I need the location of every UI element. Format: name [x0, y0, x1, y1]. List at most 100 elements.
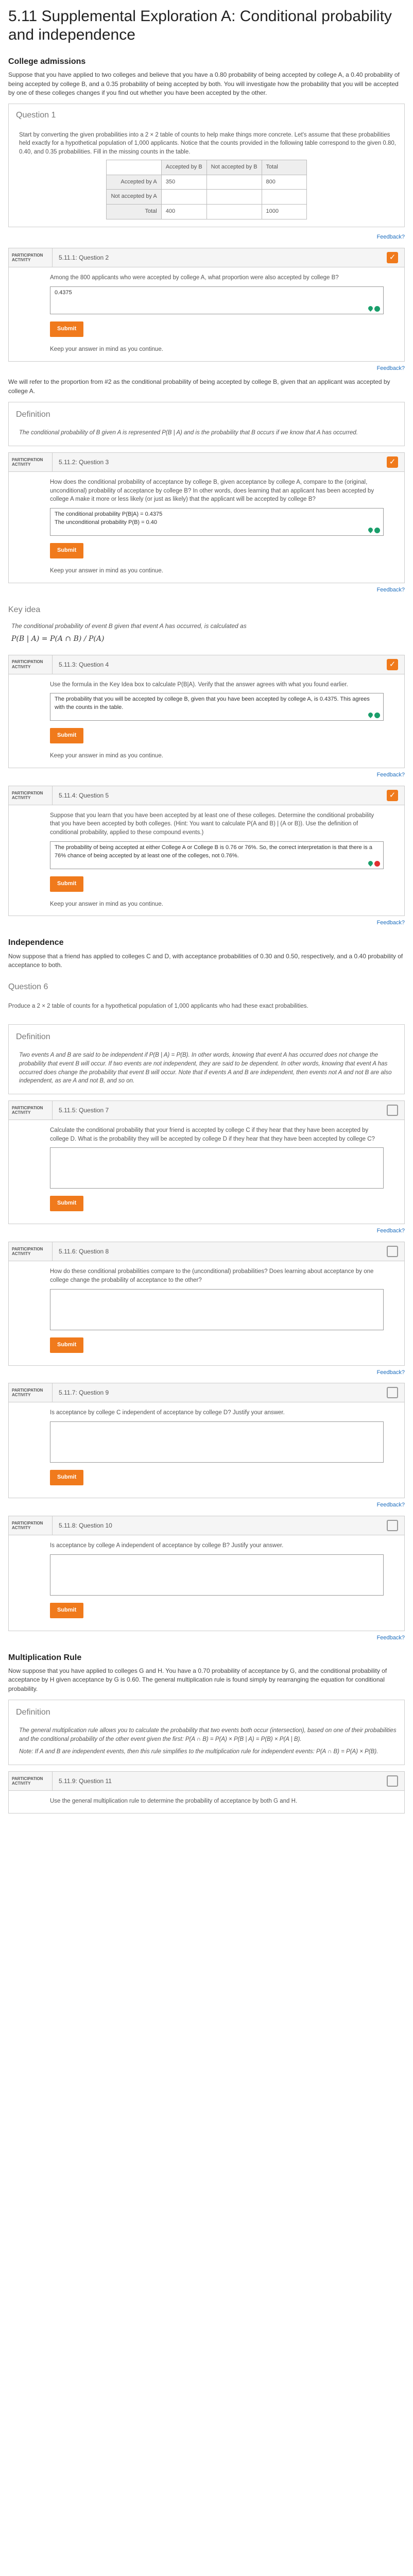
question-text: Is acceptance by college A independent o… [50, 1543, 284, 1549]
counts-table: Accepted by B Not accepted by B Total Ac… [106, 159, 307, 220]
answer-text: The probability that you will be accepte… [55, 696, 370, 711]
feedback-link[interactable]: Feedback? [8, 1634, 405, 1642]
feedback-link[interactable]: Feedback? [8, 1369, 405, 1377]
answer-textarea[interactable]: The conditional probability P(B|A) = 0.4… [50, 508, 384, 536]
completion-checkbox [387, 1105, 398, 1116]
table-header: Total [261, 159, 307, 175]
feedback-link[interactable]: Feedback? [8, 771, 405, 779]
table-cell-input[interactable] [206, 174, 262, 190]
answer-textarea[interactable] [50, 1147, 384, 1189]
definition-text: The conditional probability of B given A… [19, 430, 358, 436]
completion-checkbox [387, 1775, 398, 1787]
activity-tag: PARTICIPATION ACTIVITY [12, 1105, 43, 1115]
keep-note: Keep your answer in mind as you continue… [50, 753, 163, 759]
page: 5.11 Supplemental Exploration A: Conditi… [0, 0, 413, 1814]
activity-title: 5.11.8: Question 10 [52, 1516, 387, 1535]
section-intro: Now suppose that a friend has applied to… [8, 952, 403, 969]
feedback-link[interactable]: Feedback? [8, 919, 405, 927]
answer-textarea[interactable] [50, 1421, 384, 1463]
activity-title: 5.11.6: Question 8 [52, 1242, 387, 1261]
question-text: Use the general multiplication rule to d… [50, 1798, 298, 1805]
table-cell-input[interactable] [261, 189, 307, 205]
question-text: Is acceptance by college C independent o… [50, 1410, 285, 1416]
question-1-box: Question 1 Start by converting the given… [8, 104, 405, 228]
question-text: How does the conditional probability of … [50, 479, 374, 503]
definition-text: Two events A and B are said to be indepe… [19, 1052, 392, 1084]
question-text: Use the formula in the Key Idea box to c… [50, 681, 348, 688]
key-idea-heading: Key idea [8, 605, 41, 614]
participation-activity: PARTICIPATION ACTIVITY 5.11.9: Question … [8, 1771, 405, 1814]
definition-heading: Definition [16, 410, 50, 419]
feedback-link[interactable]: Feedback? [8, 233, 405, 242]
table-header: Not accepted by B [206, 159, 262, 175]
question-title: Question 6 [8, 982, 48, 992]
submit-button[interactable]: Submit [50, 1470, 84, 1486]
table-cell-input[interactable] [206, 189, 262, 205]
activity-tag: PARTICIPATION ACTIVITY [12, 1247, 43, 1257]
section-heading: College admissions [8, 57, 86, 66]
table-cell-input[interactable] [161, 189, 207, 205]
submit-button[interactable]: Submit [50, 1196, 84, 1212]
question-text: Among the 800 applicants who were accept… [50, 275, 339, 281]
feedback-link[interactable]: Feedback? [8, 586, 405, 595]
key-idea-text: The conditional probability of event B g… [11, 622, 247, 630]
submit-button[interactable]: Submit [50, 876, 84, 892]
participation-activity: PARTICIPATION ACTIVITY 5.11.2: Question … [8, 452, 405, 583]
definition-text: The general multiplication rule allows y… [19, 1727, 397, 1742]
answer-textarea[interactable] [50, 1289, 384, 1330]
completion-checkbox [387, 1387, 398, 1399]
answer-text: The probability of being accepted at eit… [55, 844, 372, 859]
feedback-link[interactable]: Feedback? [8, 1501, 405, 1510]
completion-checkbox [387, 1520, 398, 1532]
section-heading: Independence [8, 938, 64, 947]
location-icon [367, 859, 374, 867]
participation-activity: PARTICIPATION ACTIVITY 5.11.8: Question … [8, 1516, 405, 1631]
completion-check-icon: ✓ [387, 658, 398, 670]
answer-textarea[interactable] [50, 1554, 384, 1596]
table-cell: 1000 [261, 204, 307, 220]
activity-tag: PARTICIPATION ACTIVITY [12, 659, 43, 669]
activity-tag: PARTICIPATION ACTIVITY [12, 253, 43, 263]
submit-button[interactable]: Submit [50, 1337, 84, 1353]
page-title: 5.11 Supplemental Exploration A: Conditi… [8, 8, 392, 43]
paragraph: We will refer to the proportion from #2 … [8, 378, 390, 395]
completion-check-icon: ✓ [387, 456, 398, 468]
answer-textarea[interactable]: The probability of being accepted at eit… [50, 841, 384, 869]
submit-button[interactable]: Submit [50, 1602, 84, 1618]
table-cell-input[interactable] [206, 204, 262, 220]
definition-heading: Definition [16, 1707, 50, 1717]
grammar-check-icon[interactable] [374, 306, 380, 312]
question-text: Suppose that you learn that you have bee… [50, 812, 374, 836]
activity-title: 5.11.2: Question 3 [52, 453, 387, 472]
feedback-link[interactable]: Feedback? [8, 365, 405, 373]
location-icon [367, 711, 374, 719]
definition-note: Note: If A and B are independent events,… [19, 1749, 378, 1755]
question-text: Start by converting the given probabilit… [19, 131, 397, 155]
section-intro: Now suppose that you have applied to col… [8, 1667, 387, 1692]
activity-tag: PARTICIPATION ACTIVITY [12, 1776, 43, 1786]
participation-activity: PARTICIPATION ACTIVITY 5.11.4: Question … [8, 785, 405, 917]
answer-textarea[interactable]: The probability that you will be accepte… [50, 693, 384, 721]
table-row-header: Accepted by A [106, 174, 162, 190]
grammar-error-icon[interactable] [374, 860, 380, 867]
activity-tag: PARTICIPATION ACTIVITY [12, 790, 43, 800]
activity-title: 5.11.5: Question 7 [52, 1101, 387, 1120]
feedback-link[interactable]: Feedback? [8, 1227, 405, 1235]
section-heading: Multiplication Rule [8, 1653, 82, 1662]
table-cell: 350 [161, 174, 207, 190]
question-text: How do these conditional probabilities c… [50, 1268, 374, 1283]
answer-textarea[interactable]: 0.4375 [50, 286, 384, 314]
participation-activity: PARTICIPATION ACTIVITY 5.11.1: Question … [8, 248, 405, 362]
question-text: Produce a 2 × 2 table of counts for a hy… [8, 1003, 308, 1010]
grammar-check-icon[interactable] [374, 713, 380, 719]
table-row-header: Not accepted by A [106, 189, 162, 205]
submit-button[interactable]: Submit [50, 321, 84, 337]
submit-button[interactable]: Submit [50, 543, 84, 559]
activity-title: 5.11.4: Question 5 [52, 786, 387, 805]
table-row-header: Total [106, 204, 162, 220]
submit-button[interactable]: Submit [50, 728, 84, 744]
grammar-check-icon[interactable] [374, 528, 380, 534]
activity-title: 5.11.7: Question 9 [52, 1383, 387, 1402]
completion-check-icon: ✓ [387, 789, 398, 801]
participation-activity: PARTICIPATION ACTIVITY 5.11.7: Question … [8, 1383, 405, 1499]
